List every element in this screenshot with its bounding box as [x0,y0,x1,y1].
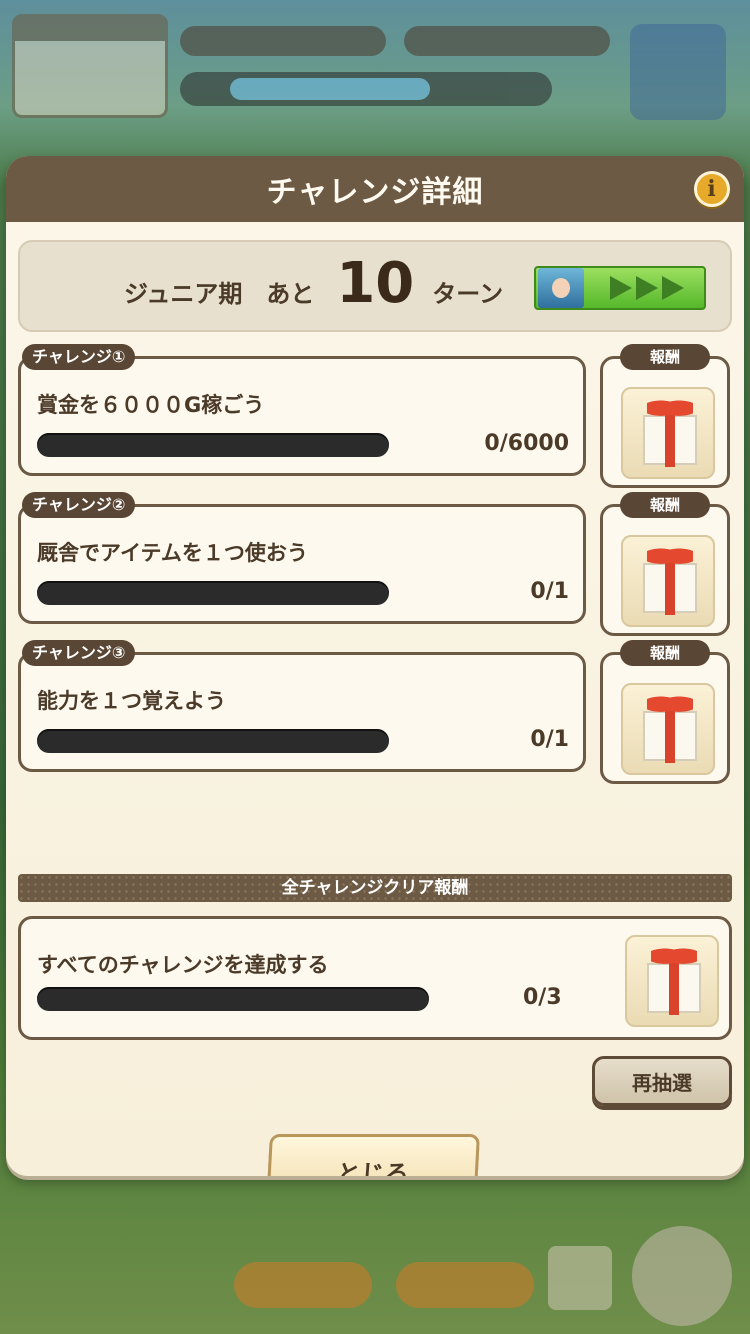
reward-tile [621,535,715,627]
turns-left-number: 10 [336,251,415,316]
all-clear-banner: 全チャレンジクリア報酬 [18,874,732,902]
reward-slot-1[interactable]: 報酬 [598,344,732,488]
close-label: とじる [336,1159,410,1177]
all-clear-progress-count: 0/3 [523,985,562,1010]
gift-box-icon [643,395,697,467]
reward-tile [621,683,715,775]
modal-header: チャレンジ詳細 i [6,156,744,222]
background-stat-fans [404,26,610,56]
background-square-button [548,1246,612,1310]
reward-frame [600,356,730,488]
gift-box-icon [643,691,697,763]
phase-arrow-icon [610,276,632,300]
reward-slot-2[interactable]: 報酬 [598,492,732,636]
challenge-card-2: チャレンジ② 厩舎でアイテムを１つ使おう 0/1 [18,492,586,624]
background-menu-button [632,1226,732,1326]
gift-box-icon [647,943,701,1015]
reward-label: 報酬 [620,640,710,666]
reward-label: 報酬 [620,492,710,518]
background-bottom-button-1 [234,1262,372,1308]
phase-arrow-icon [662,276,684,300]
challenge-progress-bar [37,729,389,753]
challenge-progress-bar [37,581,389,605]
reward-tile [621,387,715,479]
all-clear-card: すべてのチャレンジを達成する 0/3 [18,916,732,1040]
challenge-title: 能力を１つ覚えよう [37,689,226,713]
challenge-progress-bar [37,433,389,457]
challenge-detail-modal: チャレンジ詳細 i ジュニア期 あと 10 ターン チャレンジ① 賞金を６０００… [6,156,744,1176]
phase-arrows [610,276,684,300]
challenge-card-3: チャレンジ③ 能力を１つ覚えよう 0/1 [18,640,586,772]
challenge-progress-count: 0/1 [530,727,569,752]
redraw-label: 再抽選 [632,1070,692,1095]
info-icon[interactable]: i [694,171,730,207]
all-clear-progress-bar [37,987,429,1011]
gift-box-icon [643,543,697,615]
background-menu-badge [630,24,726,120]
background-gauge [180,72,552,106]
challenge-tag: チャレンジ③ [22,640,136,666]
background-stat-money [180,26,386,56]
reward-slot-3[interactable]: 報酬 [598,640,732,784]
turn-prefix: ジュニア期 あと [124,280,315,308]
challenge-title: 賞金を６０００G稼ごう [37,393,265,417]
all-clear-reward-tile[interactable] [625,935,719,1027]
challenge-tag: チャレンジ① [22,344,136,370]
challenge-card-1: チャレンジ① 賞金を６０００G稼ごう 0/6000 [18,344,586,476]
turn-banner: ジュニア期 あと 10 ターン [18,240,732,332]
phase-arrow-icon [636,276,658,300]
challenge-box: 厩舎でアイテムを１つ使おう 0/1 [18,504,586,624]
background-turn-card [12,14,168,118]
challenge-progress-count: 0/6000 [484,431,569,456]
reward-frame [600,652,730,784]
challenge-box: 能力を１つ覚えよう 0/1 [18,652,586,772]
all-clear-title: すべてのチャレンジを達成する [37,953,329,977]
challenge-tag: チャレンジ② [22,492,136,518]
reward-label: 報酬 [620,344,710,370]
challenge-title: 厩舎でアイテムを１つ使おう [37,541,308,565]
trainer-portrait-icon [538,268,584,308]
background-bottom-button-2 [396,1262,534,1308]
challenge-box: 賞金を６０００G稼ごう 0/6000 [18,356,586,476]
modal-title: チャレンジ詳細 [266,175,484,210]
modal-body: ジュニア期 あと 10 ターン チャレンジ① 賞金を６０００G稼ごう 0/600… [6,222,744,1176]
redraw-button[interactable]: 再抽選 [592,1056,732,1106]
challenge-progress-count: 0/1 [530,579,569,604]
close-button[interactable]: とじる [266,1134,480,1176]
turn-suffix: ターン [432,280,504,308]
reward-frame [600,504,730,636]
turn-counter: ジュニア期 あと 10 ターン [124,251,504,316]
phase-progress-bar [534,266,706,310]
